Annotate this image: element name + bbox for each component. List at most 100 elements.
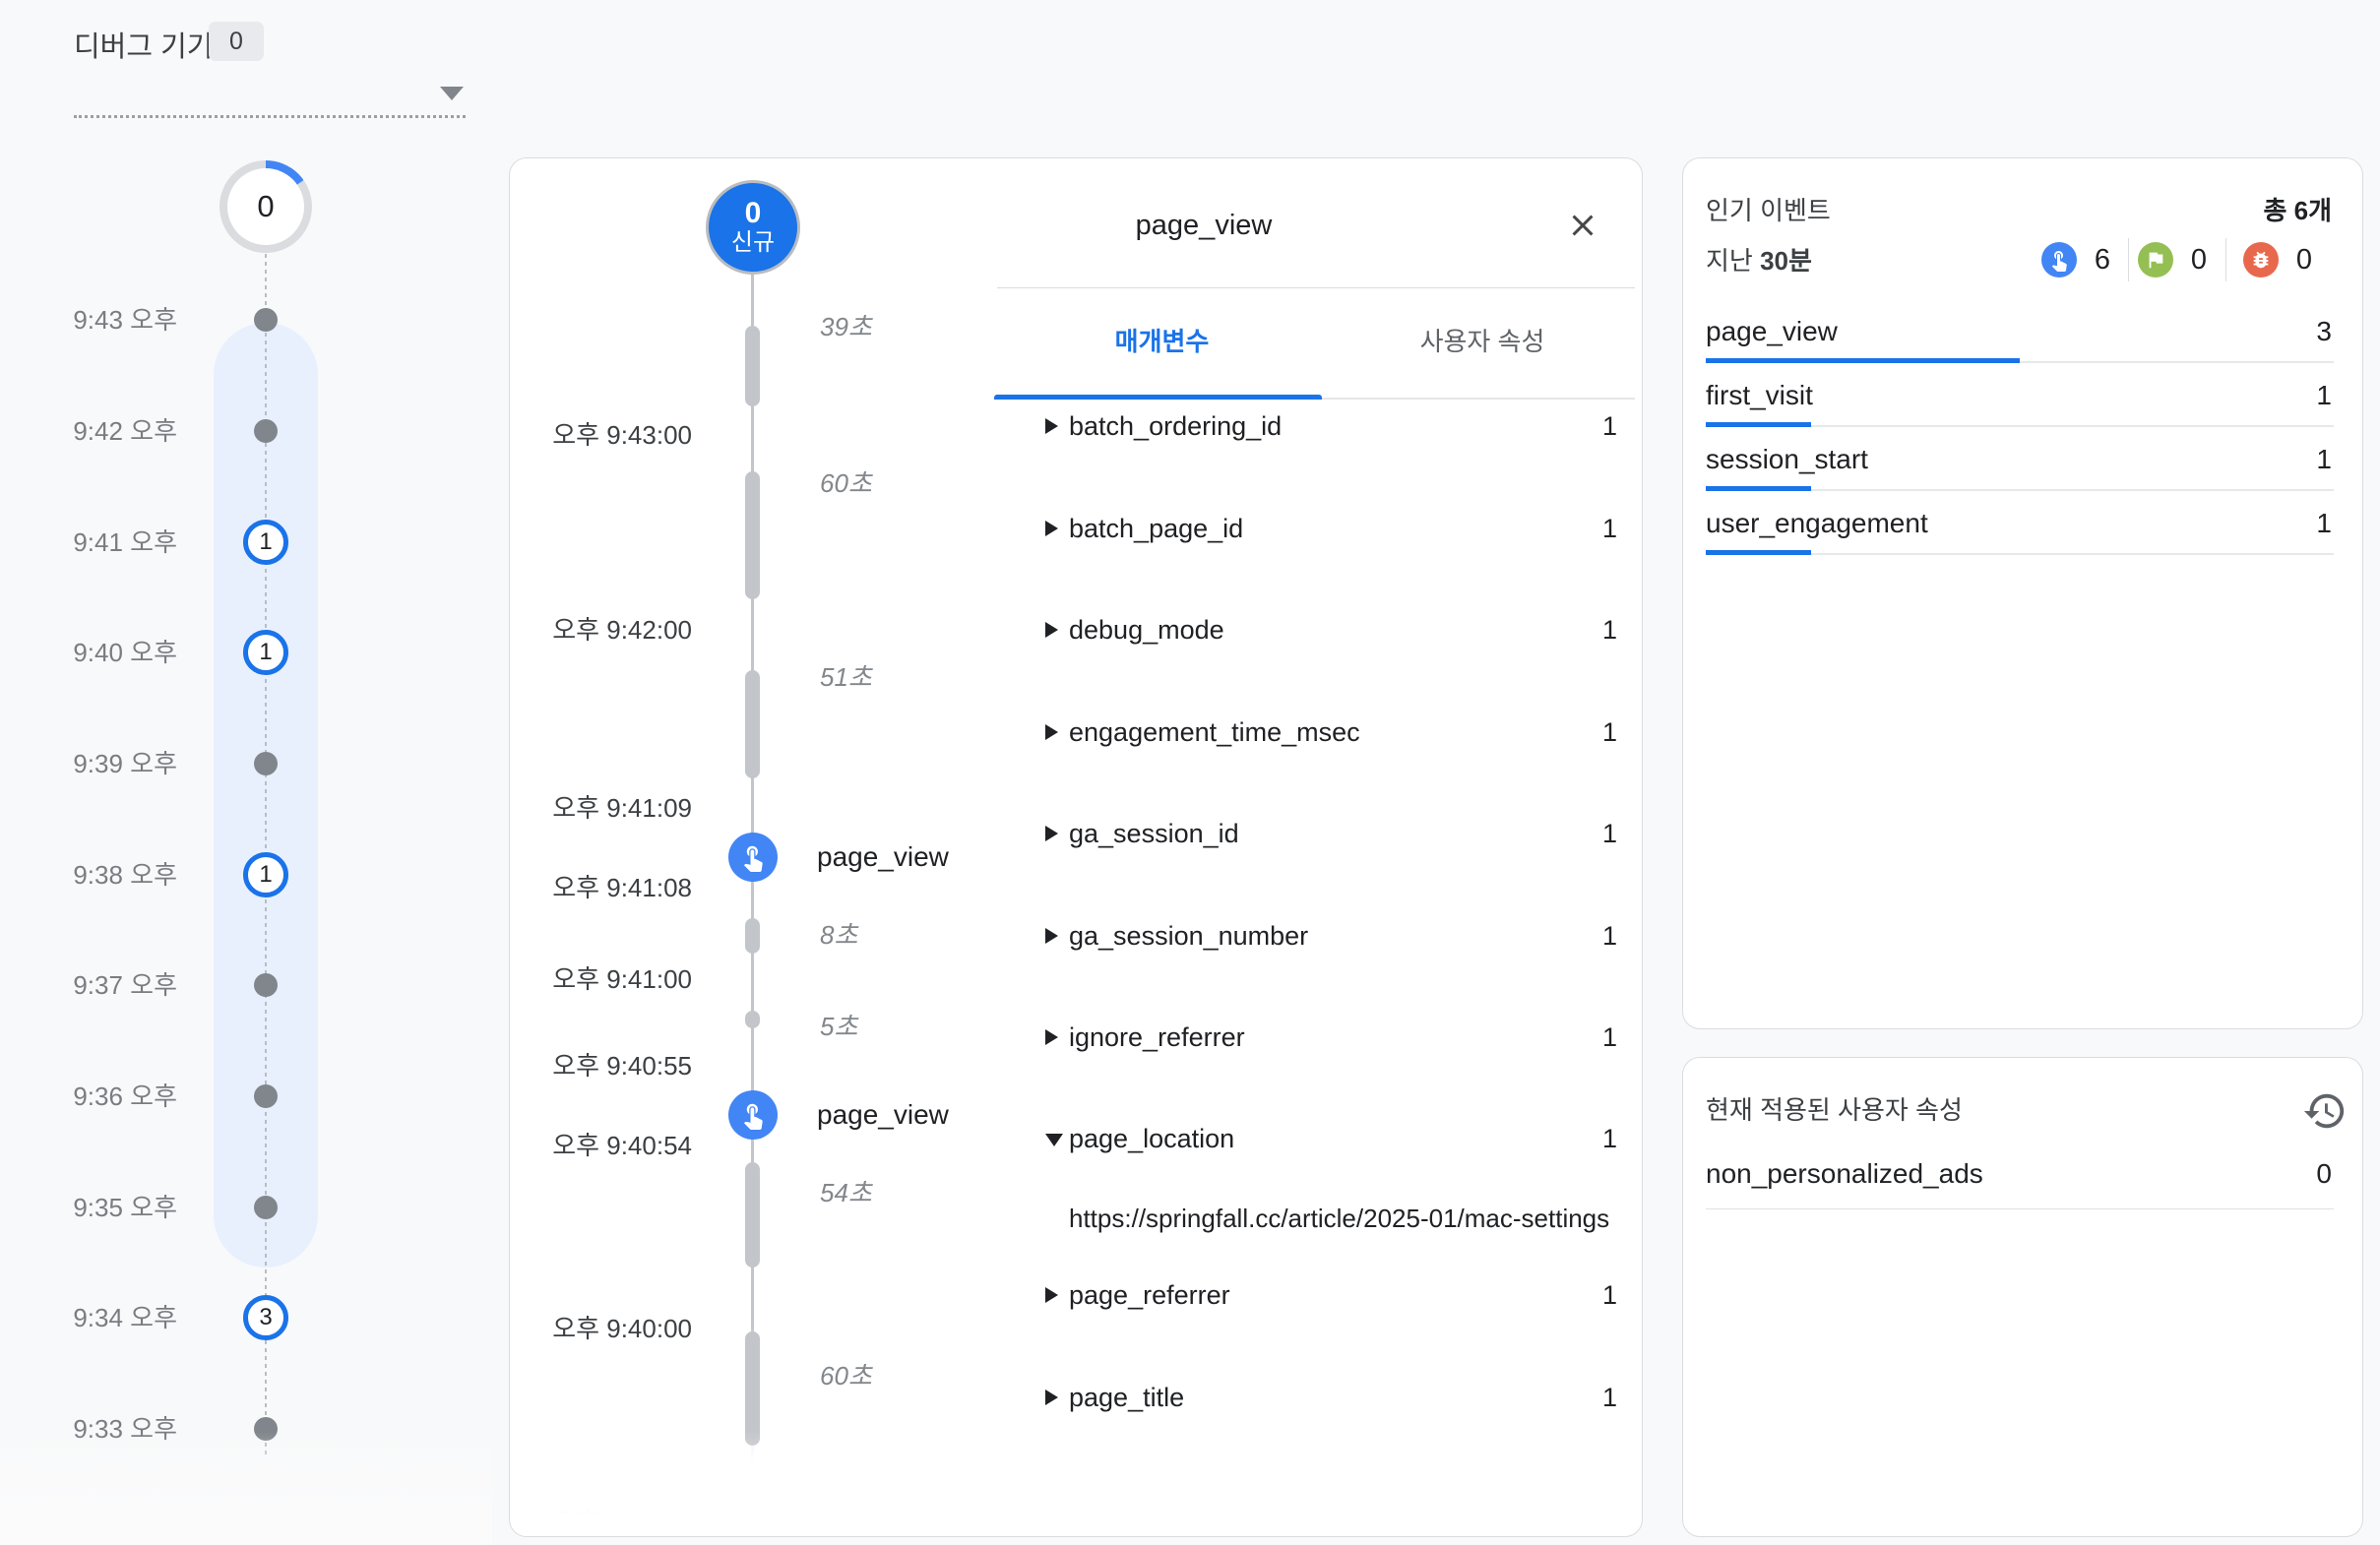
tab-user-properties[interactable]: 사용자 속성 bbox=[1330, 322, 1635, 361]
active-tab-underline bbox=[994, 395, 1322, 400]
stream-time-label: 오후 9:41:00 bbox=[549, 962, 692, 996]
new-events-label: 신규 bbox=[731, 229, 775, 257]
chevron-down-icon[interactable] bbox=[440, 87, 464, 100]
debug-device-count-badge: 0 bbox=[209, 22, 264, 61]
expand-caret-icon[interactable] bbox=[1045, 1287, 1058, 1303]
stream-bottom-fade bbox=[511, 1430, 983, 1536]
param-value: 1 bbox=[1602, 1020, 1617, 1055]
param-value: 1 bbox=[1602, 1121, 1617, 1156]
minute-dot-marker[interactable] bbox=[254, 752, 278, 775]
top-event-count: 3 bbox=[2316, 313, 2332, 350]
param-value: 1 bbox=[1602, 1277, 1617, 1313]
minute-dot-marker[interactable] bbox=[254, 1196, 278, 1219]
debug-device-title: 디버그 기기 bbox=[74, 24, 213, 65]
duration-label: 5초 bbox=[820, 1010, 857, 1043]
expand-caret-icon[interactable] bbox=[1045, 521, 1058, 536]
duration-label: 60초 bbox=[820, 466, 872, 500]
stream-time-label: 오후 9:40:55 bbox=[549, 1049, 692, 1082]
event-marker[interactable] bbox=[728, 833, 778, 882]
close-icon[interactable] bbox=[1565, 208, 1600, 243]
tab-parameters[interactable]: 매개변수 bbox=[997, 322, 1327, 361]
expand-caret-icon[interactable] bbox=[1045, 1029, 1058, 1045]
param-value: 1 bbox=[1602, 1380, 1617, 1415]
stream-time-label: 오후 9:40:54 bbox=[549, 1129, 692, 1162]
param-name[interactable]: page_referrer bbox=[1069, 1277, 1230, 1313]
new-events-count: 0 bbox=[745, 198, 762, 229]
engagement-segment bbox=[745, 1011, 760, 1028]
duration-label: 54초 bbox=[820, 1176, 872, 1209]
new-events-badge[interactable]: 0 신규 bbox=[706, 180, 800, 275]
top-event-count: 1 bbox=[2316, 505, 2332, 542]
param-detail-value: https://springfall.cc/article/2025-01/ma… bbox=[1069, 1201, 1609, 1236]
top-event-row[interactable]: first_visit bbox=[1706, 377, 1813, 414]
expand-caret-icon[interactable] bbox=[1045, 928, 1058, 944]
device-select-underline[interactable] bbox=[74, 102, 466, 118]
stream-time-label: 오후 9:43:00 bbox=[549, 418, 692, 452]
expand-caret-icon[interactable] bbox=[1045, 826, 1058, 841]
events-counter-badge bbox=[2041, 242, 2077, 278]
event-marker[interactable] bbox=[728, 1090, 778, 1140]
conversions-counter-value: 0 bbox=[2179, 241, 2219, 278]
engagement-segment bbox=[745, 1331, 760, 1446]
param-value: 1 bbox=[1602, 918, 1617, 954]
top-event-row[interactable]: page_view bbox=[1706, 313, 1838, 350]
param-name[interactable]: engagement_time_msec bbox=[1069, 714, 1360, 750]
minute-label: 9:35 오후 bbox=[54, 1191, 177, 1224]
expand-caret-icon[interactable] bbox=[1045, 622, 1058, 638]
param-name[interactable]: debug_mode bbox=[1069, 612, 1224, 648]
top-events-title: 인기 이벤트 bbox=[1706, 194, 1831, 227]
expand-caret-icon[interactable] bbox=[1045, 418, 1058, 434]
top-event-row[interactable]: session_start bbox=[1706, 441, 1868, 478]
minute-count-marker[interactable]: 1 bbox=[243, 630, 288, 675]
engagement-segment bbox=[745, 918, 760, 954]
param-name[interactable]: page_location bbox=[1069, 1121, 1234, 1156]
minute-label: 9:43 오후 bbox=[54, 303, 177, 337]
conversions-counter-badge bbox=[2138, 242, 2173, 278]
param-name[interactable]: batch_ordering_id bbox=[1069, 408, 1282, 444]
minute-dot-marker[interactable] bbox=[254, 419, 278, 443]
engagement-segment bbox=[745, 670, 760, 778]
current-minute-counter[interactable]: 0 bbox=[219, 160, 312, 253]
user-property-name[interactable]: non_personalized_ads bbox=[1706, 1155, 1983, 1193]
tab-divider bbox=[1322, 398, 1635, 400]
event-stream-label[interactable]: page_view bbox=[817, 837, 949, 877]
minute-label: 9:38 오후 bbox=[54, 858, 177, 892]
title-divider bbox=[997, 287, 1635, 288]
counter-divider bbox=[2225, 238, 2226, 281]
user-property-divider bbox=[1706, 1208, 2334, 1209]
param-name[interactable]: batch_page_id bbox=[1069, 511, 1243, 546]
top-event-count: 1 bbox=[2316, 441, 2332, 478]
expand-caret-icon[interactable] bbox=[1045, 1390, 1058, 1405]
minute-dot-marker[interactable] bbox=[254, 1084, 278, 1108]
param-name[interactable]: page_title bbox=[1069, 1380, 1184, 1415]
collapse-caret-icon[interactable] bbox=[1045, 1134, 1063, 1146]
top-events-total: 총 6개 bbox=[2263, 194, 2332, 227]
duration-label: 8초 bbox=[820, 918, 857, 952]
time-window-prefix: 지난 bbox=[1706, 246, 1760, 276]
current-minute-count: 0 bbox=[227, 168, 304, 245]
minute-dot-marker[interactable] bbox=[254, 973, 278, 997]
param-name[interactable]: ignore_referrer bbox=[1069, 1020, 1245, 1055]
minute-label: 9:42 오후 bbox=[54, 414, 177, 448]
stream-time-label: 오후 9:41:08 bbox=[549, 871, 692, 904]
user-properties-card: 현재 적용된 사용자 속성 non_personalized_ads 0 bbox=[1682, 1057, 2363, 1537]
minute-label: 9:34 오후 bbox=[54, 1301, 177, 1334]
user-property-value: 0 bbox=[2316, 1155, 2332, 1193]
minute-label: 9:41 오후 bbox=[54, 525, 177, 559]
minute-label: 9:40 오후 bbox=[54, 636, 177, 669]
errors-counter-value: 0 bbox=[2285, 241, 2324, 278]
history-icon[interactable] bbox=[2302, 1088, 2348, 1134]
minute-count-marker[interactable]: 1 bbox=[243, 520, 288, 565]
expand-caret-icon[interactable] bbox=[1045, 724, 1058, 740]
top-event-row[interactable]: user_engagement bbox=[1706, 505, 1928, 542]
param-name[interactable]: ga_session_number bbox=[1069, 918, 1308, 954]
bug-icon bbox=[2250, 249, 2272, 271]
param-name[interactable]: ga_session_id bbox=[1069, 816, 1239, 851]
engagement-segment bbox=[745, 326, 760, 406]
minute-count-marker[interactable]: 3 bbox=[243, 1295, 288, 1340]
minute-count-marker[interactable]: 1 bbox=[243, 852, 288, 897]
param-value: 1 bbox=[1602, 816, 1617, 851]
user-properties-title: 현재 적용된 사용자 속성 bbox=[1706, 1093, 1963, 1127]
minute-dot-marker[interactable] bbox=[254, 308, 278, 332]
event-stream-label[interactable]: page_view bbox=[817, 1095, 949, 1135]
